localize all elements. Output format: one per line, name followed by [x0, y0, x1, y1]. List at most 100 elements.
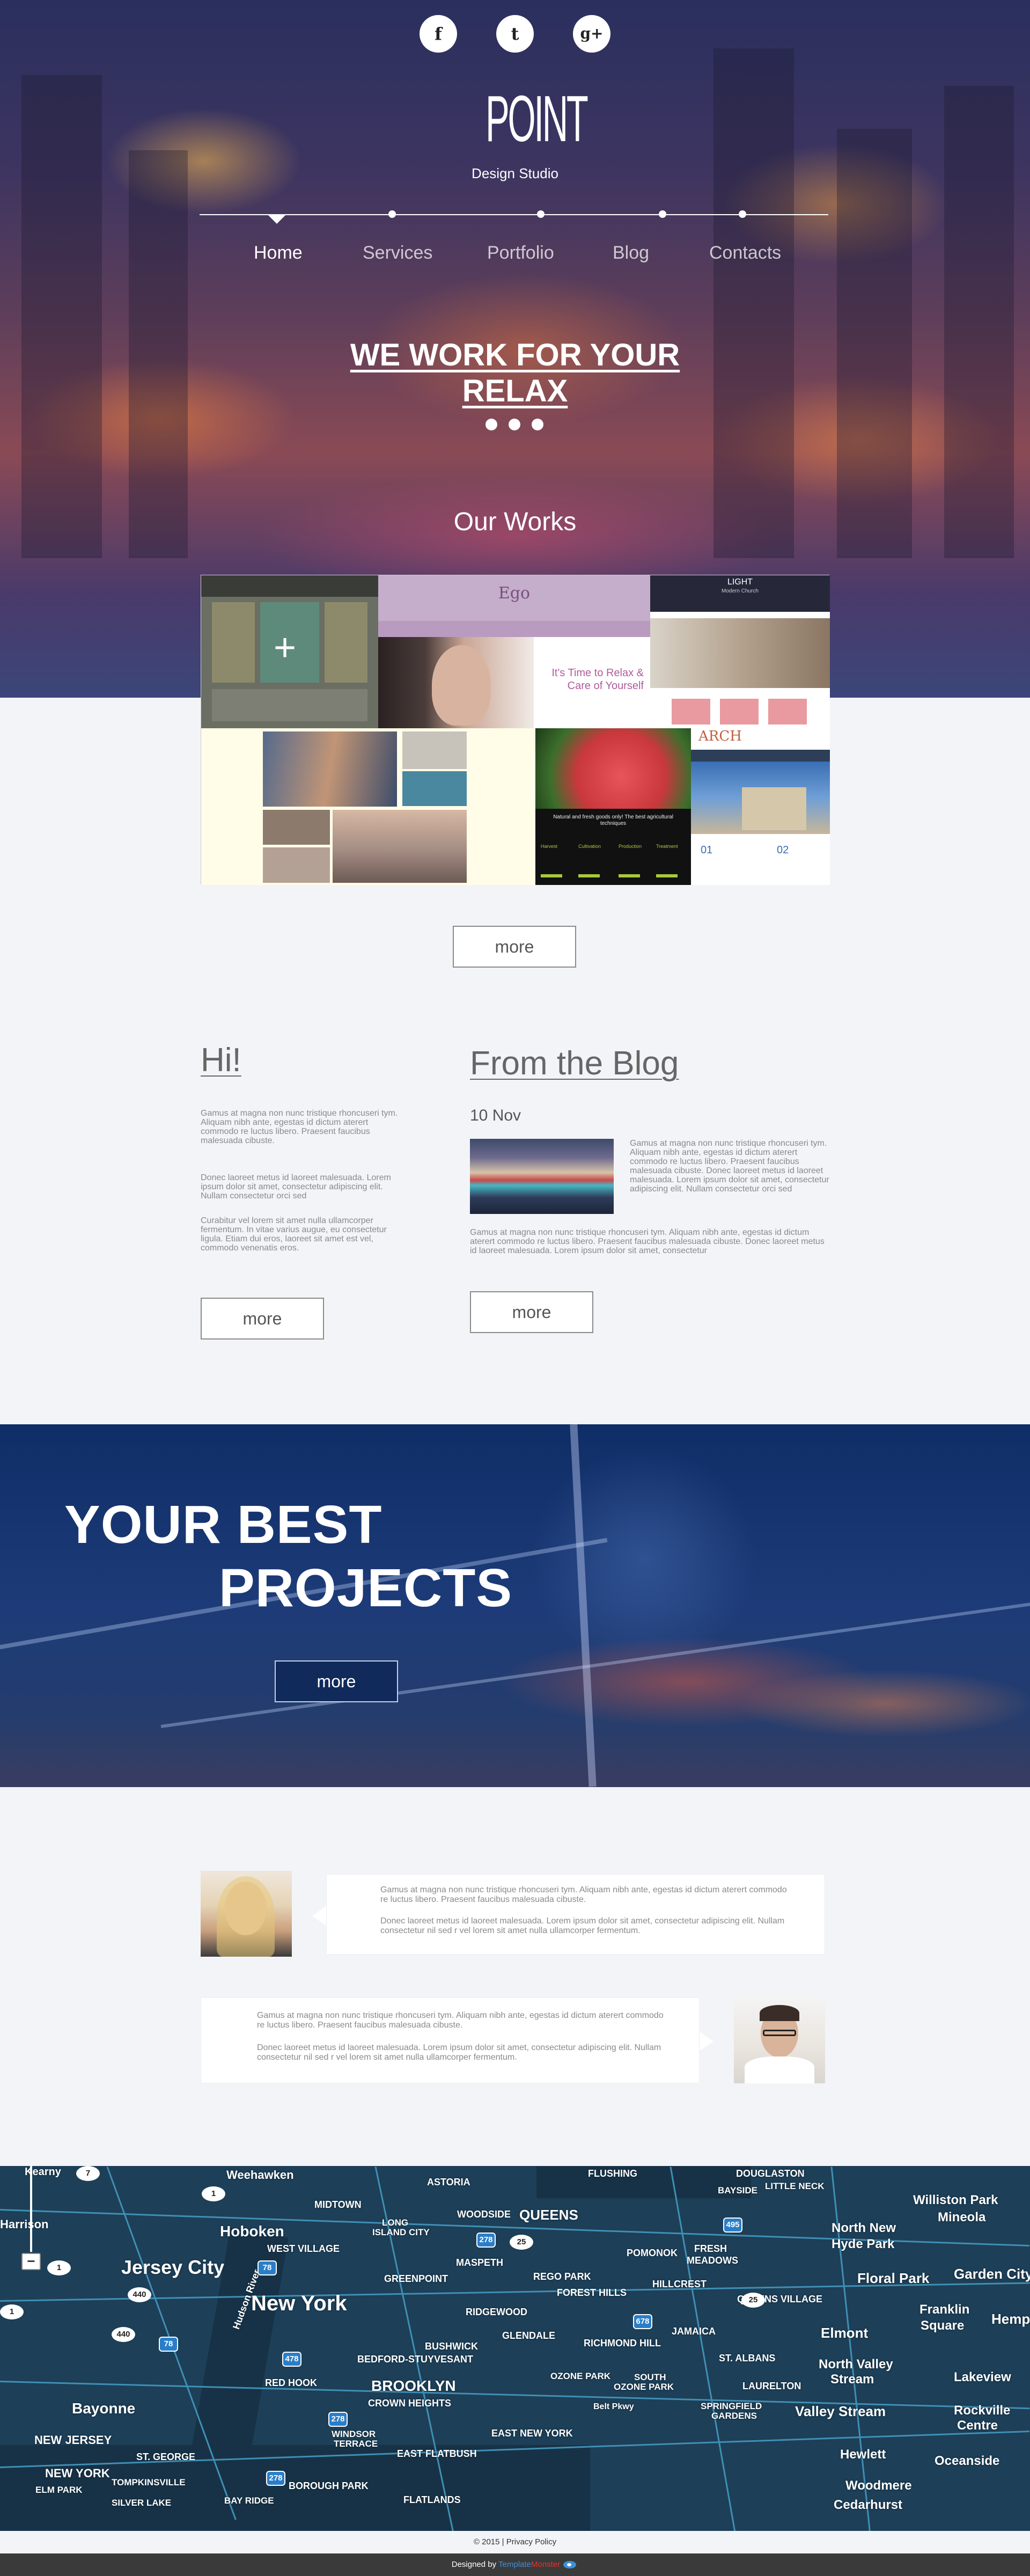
highway-shield: 278 [266, 2471, 285, 2486]
nav-item-portfolio[interactable]: Portfolio [487, 243, 554, 264]
map-label: FLUSHING [588, 2168, 637, 2179]
work-tile[interactable]: Ego It's Time to Relax & Care of Yoursel… [378, 575, 650, 728]
slider-dot[interactable] [532, 419, 543, 430]
nav-item-services[interactable]: Services [363, 243, 432, 264]
map-label: SPRINGFIELD [701, 2401, 762, 2411]
work-tile[interactable]: Natural and fresh goods only! The best a… [535, 728, 691, 885]
map-label: GLENDALE [502, 2330, 555, 2341]
zoom-out-button[interactable]: − [21, 2253, 41, 2270]
testimonial-card: Gamus at magna non nunc tristique rhoncu… [201, 1997, 700, 2083]
facebook-icon[interactable]: f [420, 15, 457, 53]
tile-number: 01 [701, 844, 713, 856]
highway-shield: 478 [282, 2352, 301, 2367]
map-label: TOMPKINSVILLE [112, 2477, 186, 2487]
map-label: Woodmere [845, 2478, 912, 2493]
copyright-text: © 2015 | [473, 2537, 504, 2546]
zoom-slider-track[interactable] [30, 2166, 32, 2252]
map-label: Hempste [991, 2311, 1030, 2327]
tile-tagline: It's Time to Relax & Care of Yourself [551, 667, 644, 692]
map-label: MEADOWS [687, 2255, 738, 2266]
map-label: BEDFORD-STUYVESANT [357, 2354, 474, 2365]
map-label: BROOKLYN [371, 2377, 456, 2394]
twitter-icon[interactable]: t [496, 15, 534, 53]
route-marker: 1 [0, 2304, 24, 2319]
city-backdrop [129, 150, 188, 558]
map-label: Rockville [954, 2403, 1011, 2418]
city-backdrop [21, 75, 102, 558]
map-label: Bayonne [72, 2400, 136, 2417]
map-label: GREENPOINT [384, 2273, 448, 2284]
hi-more-button[interactable]: more [201, 1298, 324, 1340]
hi-title: Hi! [201, 1042, 241, 1079]
tile-title: ARCH [698, 728, 742, 744]
nav-active-indicator [267, 214, 286, 224]
blog-title: From the Blog [470, 1045, 679, 1082]
map-label: ELM PARK [35, 2485, 83, 2495]
blog-paragraph: Gamus at magna non nunc tristique rhoncu… [470, 1228, 825, 1255]
nav-item-contacts[interactable]: Contacts [709, 243, 781, 264]
monster-logo-icon[interactable] [562, 2559, 578, 2571]
highway-shield: 78 [159, 2337, 178, 2352]
map-label: ISLAND CITY [372, 2227, 430, 2237]
privacy-policy-link[interactable]: Privacy Policy [506, 2537, 556, 2546]
route-marker: 1 [47, 2260, 71, 2275]
slider-dot[interactable] [509, 419, 520, 430]
blog-image[interactable] [470, 1139, 614, 1214]
testimonial-avatar [201, 1871, 292, 1957]
blog-more-button[interactable]: more [470, 1291, 593, 1333]
brand-logo[interactable]: POINT [485, 86, 588, 151]
projects-more-button[interactable]: more [275, 1660, 398, 1702]
map-label: Hyde Park [832, 2237, 895, 2251]
route-marker: 440 [128, 2287, 151, 2302]
works-more-button[interactable]: more [453, 926, 576, 968]
map-label: RICHMOND HILL [584, 2338, 661, 2348]
map-label: Square [921, 2318, 965, 2333]
map-label: LITTLE NECK [765, 2181, 825, 2191]
nav-item-blog[interactable]: Blog [613, 243, 649, 264]
testimonial-avatar [734, 1997, 825, 2083]
plus-icon[interactable]: + [274, 628, 296, 667]
work-tile[interactable]: ARCH 01 02 [691, 728, 830, 885]
map-label: North Valley [819, 2357, 893, 2372]
map-label: Oceanside [935, 2454, 1000, 2468]
credit-link-part1[interactable]: Template [498, 2560, 531, 2569]
hero-headline[interactable]: WE WORK FOR YOUR RELAX [300, 337, 730, 409]
map-label: EAST FLATBUSH [397, 2448, 477, 2459]
tile-column: Cultivation [578, 844, 601, 849]
map-label: North New [832, 2221, 896, 2235]
projects-title-line1: YOUR BEST [64, 1495, 382, 1555]
highway-shield: 78 [258, 2260, 277, 2275]
route-marker: 25 [741, 2293, 765, 2308]
work-tile[interactable] [201, 728, 535, 885]
works-grid: + Ego It's Time to Relax & Care of Yours… [201, 575, 830, 885]
highway-shield: 678 [633, 2314, 652, 2329]
blog-date: 10 Nov [470, 1107, 521, 1124]
tile-columns: Harvest Cultivation Production Treatment [541, 844, 686, 854]
map-label: Jersey City [121, 2256, 225, 2278]
map-label: Belt Pkwy [593, 2402, 634, 2411]
map-label: REGO PARK [533, 2271, 591, 2282]
footer-legal: © 2015 | Privacy Policy [0, 2531, 1030, 2553]
nav-item-home[interactable]: Home [254, 243, 303, 264]
map-label: Hoboken [220, 2223, 284, 2240]
map-label: HILLCREST [652, 2279, 707, 2289]
map-label: BOROUGH PARK [289, 2480, 369, 2491]
location-map[interactable]: Kearny Weehawken ASTORIA FLUSHING DOUGLA… [0, 2166, 1030, 2531]
city-backdrop [713, 48, 794, 558]
map-label: ASTORIA [427, 2177, 470, 2187]
designed-by-text: Designed by [451, 2560, 497, 2569]
google-plus-icon[interactable]: g+ [573, 15, 610, 53]
credit-link-part2[interactable]: Monster [531, 2560, 560, 2569]
hi-paragraph: Curabitur vel lorem sit amet nulla ullam… [201, 1216, 387, 1253]
tile-title: Ego [498, 584, 531, 603]
route-marker: 440 [112, 2327, 135, 2342]
highway-shield: 278 [328, 2412, 348, 2427]
testimonial-text: Gamus at magna non nunc tristique rhoncu… [257, 2011, 664, 2030]
work-tile[interactable]: + [201, 575, 378, 728]
map-label: WOODSIDE [457, 2209, 511, 2220]
map-label: Hewlett [840, 2447, 886, 2462]
nav-line [200, 214, 828, 215]
projects-banner: YOUR BEST PROJECTS more [0, 1424, 1030, 1787]
work-tile[interactable]: LIGHT Modern Church [650, 575, 830, 728]
slider-dot[interactable] [485, 419, 497, 430]
